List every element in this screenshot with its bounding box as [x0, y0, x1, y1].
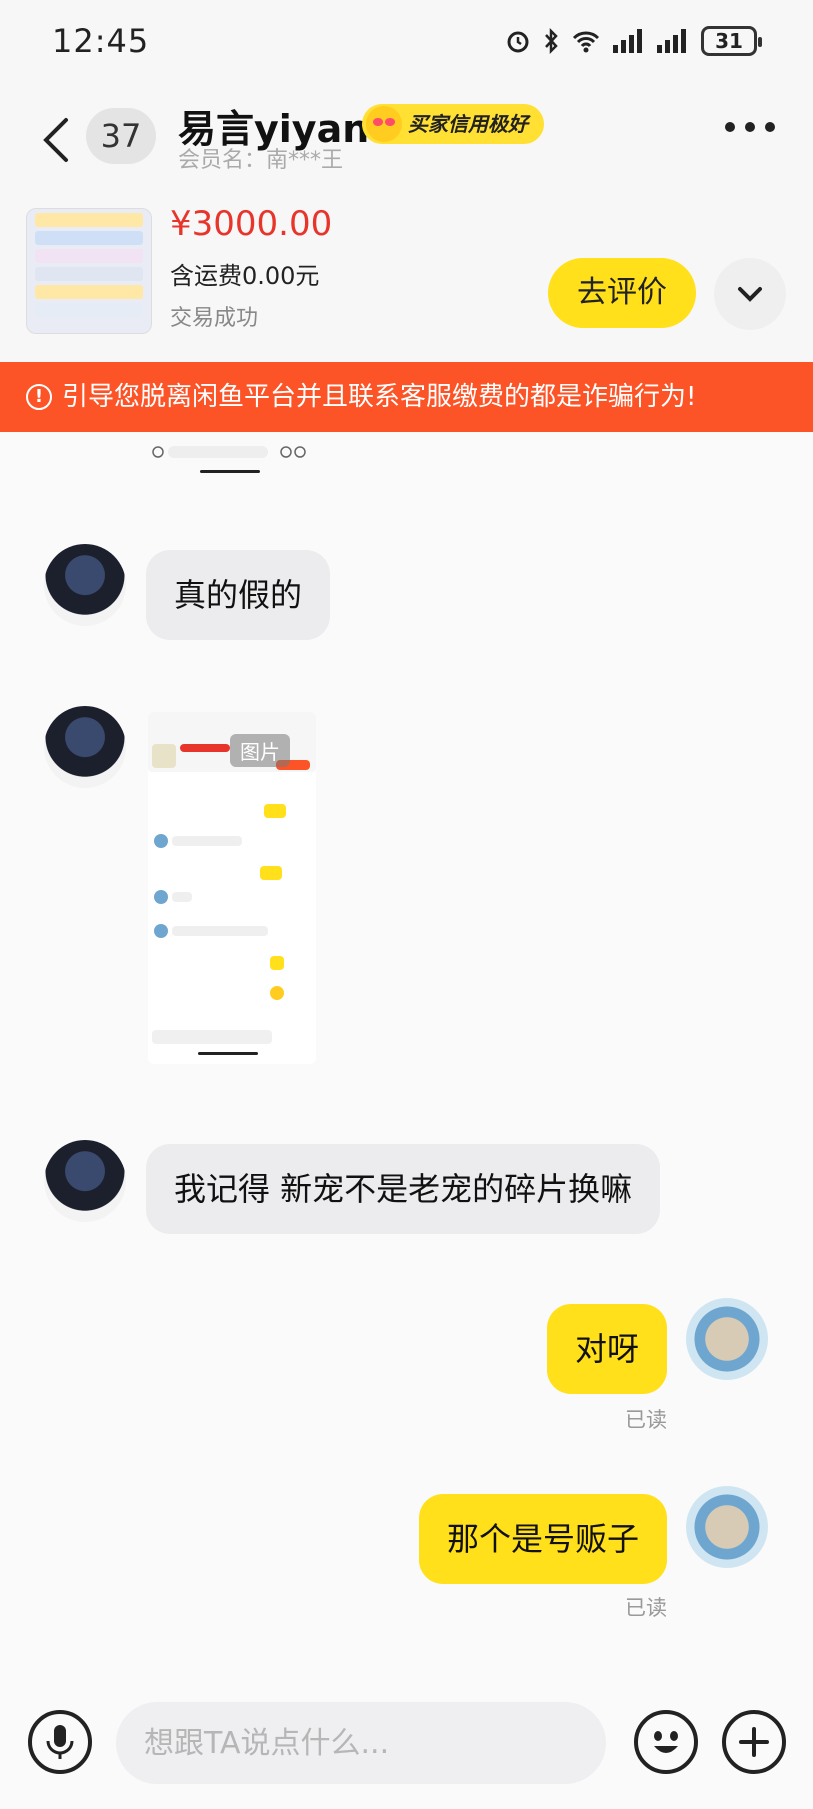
dot-icon — [725, 122, 735, 132]
read-receipt: 已读 — [625, 1596, 667, 1620]
back-button[interactable] — [36, 110, 76, 170]
product-thumbnail[interactable] — [26, 208, 152, 334]
signal-icon-1 — [613, 29, 642, 53]
expand-button[interactable] — [714, 258, 786, 330]
image-message[interactable]: 图片 — [148, 712, 316, 1064]
dot-icon — [745, 122, 755, 132]
exclamation-circle-icon: ! — [26, 384, 52, 410]
status-icons: 31 — [505, 26, 762, 56]
my-avatar[interactable] — [686, 1486, 768, 1568]
microphone-icon — [46, 1725, 74, 1759]
status-time: 12:45 — [52, 22, 150, 60]
image-tag: 图片 — [230, 734, 290, 767]
alarm-icon — [507, 31, 529, 53]
plus-icon — [739, 1727, 769, 1757]
unread-count-badge[interactable]: 37 — [86, 108, 156, 164]
more-options-button[interactable] — [725, 112, 775, 142]
chat-messages[interactable]: 真的假的 图片 我记得 新宠不是老宠的碎片换嘛 对呀 已读 那个是号贩子 已读 — [0, 432, 813, 1682]
battery-icon: 31 — [701, 26, 762, 56]
message-bubble-incoming[interactable]: 我记得 新宠不是老宠的碎片换嘛 — [146, 1144, 661, 1234]
message-bubble-outgoing[interactable]: 那个是号贩子 — [418, 1494, 667, 1584]
credit-badge-label: 买家信用极好 — [408, 112, 528, 136]
voice-button[interactable] — [28, 1710, 92, 1774]
shipping-fee: 含运费0.00元 — [170, 262, 320, 290]
heart-eyes-emoji-icon — [366, 106, 402, 142]
member-name: 会员名：南***王 — [178, 148, 344, 173]
status-bar: 12:45 31 — [0, 0, 813, 90]
wifi-icon — [572, 31, 600, 53]
chevron-down-icon — [738, 287, 762, 302]
chat-header: 37 易言yiyan 买家信用极好 会员名：南***王 — [0, 90, 813, 210]
review-button[interactable]: 去评价 — [548, 258, 696, 328]
emoji-button[interactable] — [634, 1710, 698, 1774]
message-bubble-incoming[interactable]: 真的假的 — [146, 550, 331, 640]
product-price: ¥3000.00 — [170, 204, 333, 244]
warning-text: 引导您脱离闲鱼平台并且联系客服缴费的都是诈骗行为! — [62, 382, 697, 412]
fraud-warning-banner: ! 引导您脱离闲鱼平台并且联系客服缴费的都是诈骗行为! — [0, 362, 813, 432]
previous-image-homebar — [200, 470, 260, 473]
chevron-left-icon — [43, 118, 68, 162]
previous-image-remnant — [152, 446, 306, 458]
credit-badge[interactable]: 买家信用极好 — [362, 104, 544, 144]
my-avatar[interactable] — [686, 1298, 768, 1380]
trade-status: 交易成功 — [170, 306, 259, 331]
message-bubble-outgoing[interactable]: 对呀 — [546, 1304, 667, 1394]
more-actions-button[interactable] — [722, 1710, 786, 1774]
message-input[interactable] — [116, 1702, 606, 1784]
contact-avatar[interactable] — [44, 1140, 126, 1222]
contact-avatar[interactable] — [44, 544, 126, 626]
bluetooth-icon — [545, 28, 558, 54]
contact-avatar[interactable] — [44, 706, 126, 788]
product-card[interactable]: ¥3000.00 含运费0.00元 交易成功 去评价 — [0, 200, 813, 362]
dot-icon — [765, 122, 775, 132]
read-receipt: 已读 — [625, 1408, 667, 1432]
input-bar — [0, 1682, 813, 1809]
signal-icon-2 — [657, 29, 686, 53]
smiley-icon — [654, 1731, 678, 1753]
